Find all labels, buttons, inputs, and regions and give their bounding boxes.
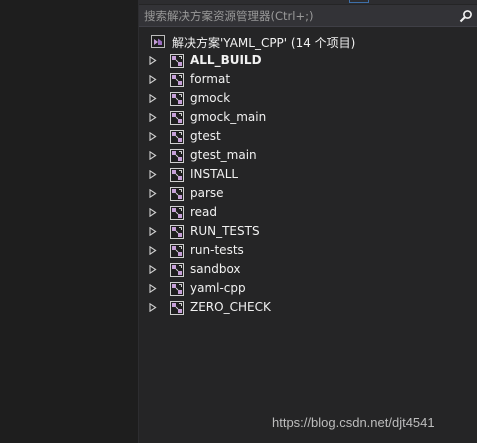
project-node[interactable]: ZERO_CHECK [139,298,477,317]
project-label: gtest_main [190,148,257,162]
solution-icon [151,35,165,48]
cpp-project-icon [170,168,184,182]
cpp-project-icon [170,244,184,258]
expand-arrow-icon[interactable] [149,189,157,198]
project-node[interactable]: gmock_main [139,108,477,127]
expand-arrow-icon[interactable] [149,284,157,293]
project-node[interactable]: INSTALL [139,165,477,184]
project-node[interactable]: gtest [139,127,477,146]
expand-arrow-icon[interactable] [149,227,157,236]
project-label: ZERO_CHECK [190,300,271,314]
cpp-project-icon [170,111,184,125]
project-label: gtest [190,129,221,143]
watermark-text: https://blog.csdn.net/djt4541 [272,415,435,430]
project-label: format [190,72,231,86]
expand-arrow-icon[interactable] [149,246,157,255]
project-label: run-tests [190,243,244,257]
cpp-project-icon [170,130,184,144]
toolbar-tab-marker [349,0,369,3]
cpp-project-icon [170,92,184,106]
cpp-project-icon [170,282,184,296]
project-label: RUN_TESTS [190,224,260,238]
expand-arrow-icon[interactable] [149,75,157,84]
cpp-project-icon [170,54,184,68]
project-label: gmock_main [190,110,267,124]
expand-arrow-icon[interactable] [149,208,157,217]
expand-arrow-icon[interactable] [149,94,157,103]
expand-arrow-icon[interactable] [149,56,157,65]
expand-arrow-icon[interactable] [149,265,157,274]
cpp-project-icon [170,149,184,163]
expand-arrow-icon[interactable] [149,170,157,179]
search-box[interactable] [139,5,477,27]
solution-label: 解决方案'YAML_CPP' (14 个项目) [172,36,356,50]
project-node[interactable]: ALL_BUILD [139,51,477,70]
solution-node[interactable]: 解决方案'YAML_CPP' (14 个项目) [139,32,477,51]
project-label: sandbox [190,262,241,276]
cpp-project-icon [170,263,184,277]
project-node[interactable]: format [139,70,477,89]
expand-arrow-icon[interactable] [149,113,157,122]
editor-area [0,0,139,443]
project-node[interactable]: RUN_TESTS [139,222,477,241]
expand-arrow-icon[interactable] [149,132,157,141]
project-node[interactable]: gtest_main [139,146,477,165]
project-label: yaml-cpp [190,281,246,295]
cpp-project-icon [170,187,184,201]
solution-explorer-panel: 解决方案'YAML_CPP' (14 个项目) ALL_BUILD format [139,0,477,443]
project-label: parse [190,186,224,200]
expand-arrow-icon[interactable] [149,151,157,160]
project-label: read [190,205,218,219]
cpp-project-icon [170,301,184,315]
project-node[interactable]: parse [139,184,477,203]
cpp-project-icon [170,206,184,220]
expand-arrow-icon[interactable] [149,303,157,312]
project-node[interactable]: sandbox [139,260,477,279]
project-label: INSTALL [190,167,239,181]
search-input[interactable] [144,7,444,24]
cpp-project-icon [170,225,184,239]
project-node[interactable]: yaml-cpp [139,279,477,298]
project-node[interactable]: read [139,203,477,222]
cpp-project-icon [170,73,184,87]
search-icon[interactable] [459,9,473,23]
project-label: gmock [190,91,231,105]
project-node[interactable]: gmock [139,89,477,108]
panel-top-strip [139,0,477,4]
project-label: ALL_BUILD [190,53,262,67]
project-node[interactable]: run-tests [139,241,477,260]
